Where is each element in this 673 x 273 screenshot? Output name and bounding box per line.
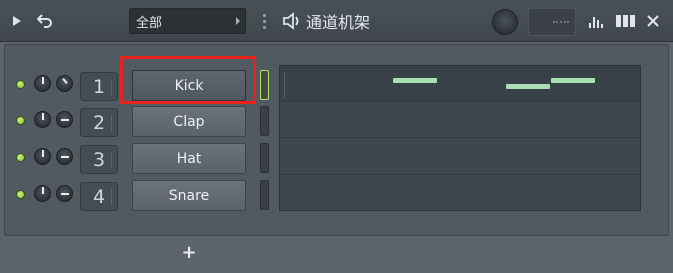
mixer-track-number[interactable]: 2	[80, 108, 118, 137]
pan-knob[interactable]	[56, 185, 73, 202]
volume-knob[interactable]	[34, 185, 51, 202]
channel-led[interactable]	[16, 80, 25, 89]
channel-select-bar[interactable]	[260, 106, 269, 136]
mixer-track-number[interactable]: 4	[80, 182, 118, 211]
speaker-icon	[281, 11, 303, 31]
mixer-track-number[interactable]: 3	[80, 145, 118, 174]
roll-lane[interactable]	[280, 139, 640, 175]
volume-knob[interactable]	[34, 111, 51, 128]
swing-knob[interactable]	[492, 9, 518, 35]
pan-knob[interactable]	[56, 75, 73, 92]
channel-filter-dropdown[interactable]: 全部	[129, 8, 246, 34]
mixer-track-number[interactable]: 1	[80, 72, 118, 101]
volume-knob[interactable]	[34, 75, 51, 92]
selection-highlight-box	[120, 56, 256, 104]
grid-icon[interactable]	[616, 14, 636, 28]
channel-select-bar[interactable]	[260, 180, 269, 210]
drag-handle-icon[interactable]	[260, 11, 268, 31]
play-triangle-icon[interactable]	[11, 14, 23, 28]
undo-icon[interactable]	[36, 12, 54, 30]
pan-knob[interactable]	[56, 111, 73, 128]
channel-rack-header: 全部 通道机架	[0, 0, 673, 42]
roll-lane[interactable]	[280, 102, 640, 138]
note[interactable]	[393, 78, 437, 83]
roll-lane[interactable]	[280, 66, 640, 102]
channel-button-hat[interactable]: Hat	[132, 143, 246, 174]
channel-led[interactable]	[16, 153, 25, 162]
channel-button-clap[interactable]: Clap	[132, 106, 246, 137]
close-icon[interactable]	[645, 13, 661, 29]
channel-led[interactable]	[16, 116, 25, 125]
channel-led[interactable]	[16, 190, 25, 199]
swing-display[interactable]	[528, 8, 576, 36]
window-title: 通道机架	[306, 13, 371, 32]
note[interactable]	[506, 84, 550, 89]
channel-rack-panel: 1 Kick 2 Clap 3 Hat 4 Snare	[4, 44, 669, 236]
channel-button-snare[interactable]: Snare	[132, 180, 246, 211]
chevron-right-icon	[236, 17, 240, 25]
add-channel-button[interactable]: +	[181, 242, 197, 263]
piano-roll-preview[interactable]	[279, 65, 641, 211]
filter-label: 全部	[136, 15, 163, 31]
roll-lane[interactable]	[280, 176, 640, 212]
pan-knob[interactable]	[56, 148, 73, 165]
channel-select-bar[interactable]	[260, 143, 269, 173]
graph-bars-icon[interactable]	[588, 13, 606, 29]
volume-knob[interactable]	[34, 148, 51, 165]
note[interactable]	[551, 78, 595, 83]
channel-select-bar[interactable]	[260, 70, 269, 100]
